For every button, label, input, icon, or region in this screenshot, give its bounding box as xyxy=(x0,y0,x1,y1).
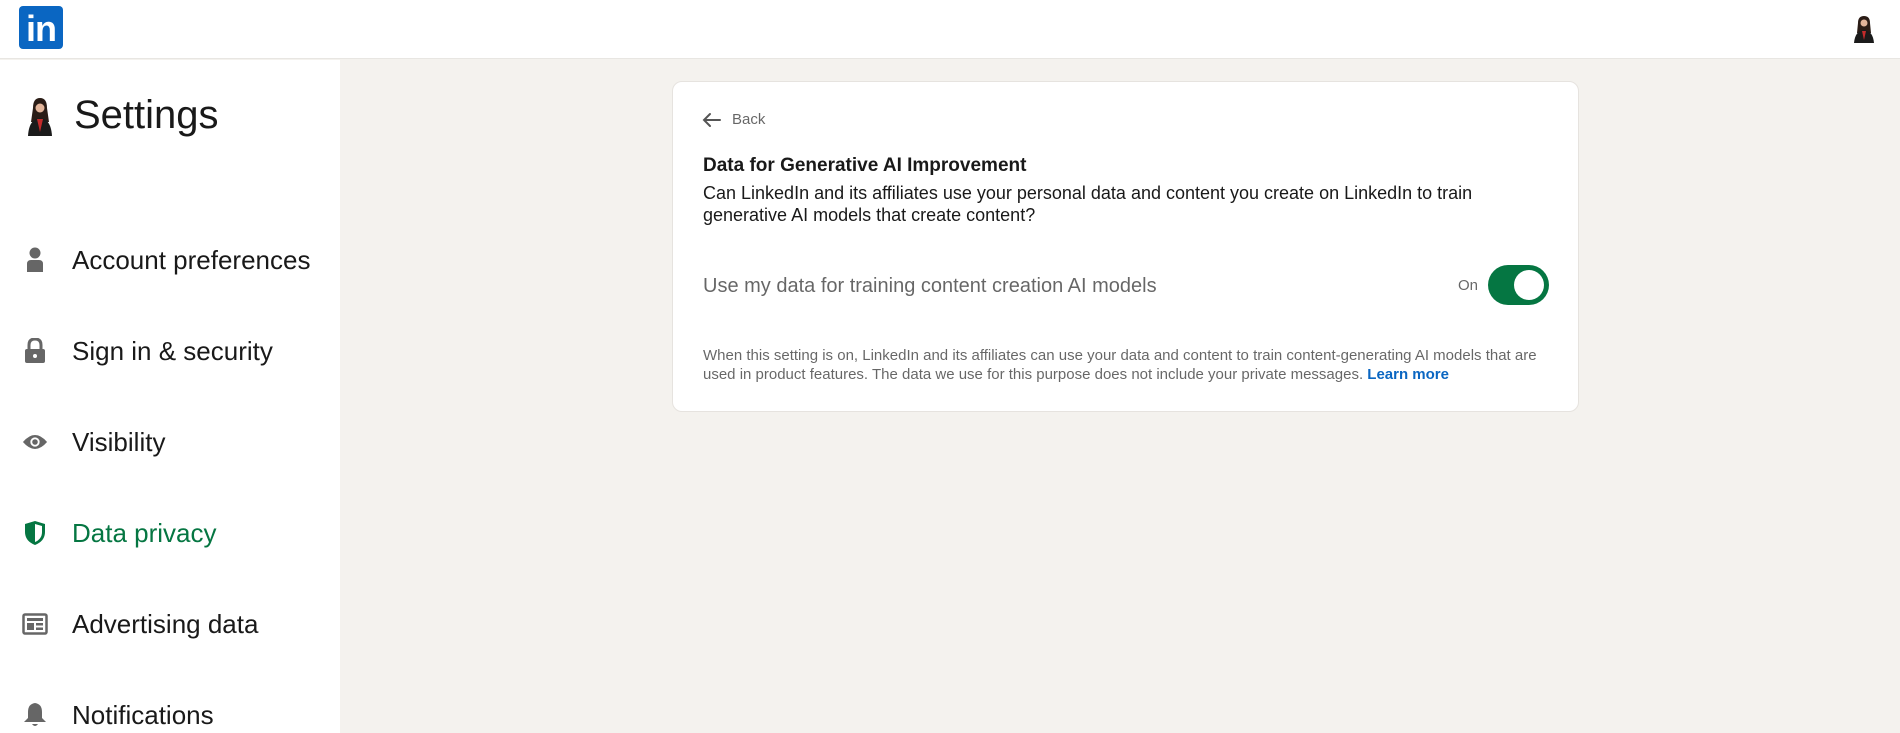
ai-training-toggle[interactable] xyxy=(1488,265,1549,305)
sidebar-item-account-preferences[interactable]: Account preferences xyxy=(22,238,332,282)
sidebar-item-label: Sign in & security xyxy=(72,335,273,366)
sidebar-item-visibility[interactable]: Visibility xyxy=(22,420,332,464)
page-title: Settings xyxy=(74,92,219,137)
toggle-state-text: On xyxy=(1458,277,1479,294)
back-link[interactable]: Back xyxy=(702,111,765,128)
newspaper-icon xyxy=(22,611,48,637)
sidebar-item-data-privacy[interactable]: Data privacy xyxy=(22,511,332,555)
learn-more-link[interactable]: Learn more xyxy=(1367,366,1449,383)
toggle-knob xyxy=(1514,270,1544,300)
setting-title: Data for Generative AI Improvement xyxy=(703,155,1027,176)
person-icon xyxy=(22,247,48,273)
sidebar-item-sign-in-security[interactable]: Sign in & security xyxy=(22,329,332,373)
arrow-left-icon xyxy=(702,112,721,127)
setting-description: When this setting is on, LinkedIn and it… xyxy=(703,346,1558,384)
linkedin-logo[interactable]: in xyxy=(19,6,63,49)
sidebar-item-label: Account preferences xyxy=(72,244,311,275)
lock-icon xyxy=(22,338,48,364)
bell-icon xyxy=(22,702,48,728)
top-nav-bar: in xyxy=(0,0,1900,59)
profile-avatar-icon xyxy=(28,98,52,136)
toggle-label: Use my data for training content creatio… xyxy=(703,275,1157,297)
sidebar-item-advertising-data[interactable]: Advertising data xyxy=(22,602,332,646)
eye-icon xyxy=(22,429,48,455)
settings-sidebar: Settings Account preferences Sign in & s… xyxy=(0,60,340,733)
sidebar-item-label: Visibility xyxy=(72,426,166,457)
profile-avatar-icon[interactable] xyxy=(1850,13,1878,43)
back-label: Back xyxy=(732,111,766,128)
shield-icon xyxy=(22,520,48,546)
sidebar-item-label: Advertising data xyxy=(72,608,259,639)
sidebar-item-label: Data privacy xyxy=(72,517,217,548)
setting-card: Back Data for Generative AI Improvement … xyxy=(672,81,1579,412)
setting-question: Can LinkedIn and its affiliates use your… xyxy=(703,183,1473,225)
sidebar-item-label: Notifications xyxy=(72,699,214,730)
settings-header: Settings xyxy=(24,90,219,140)
sidebar-item-notifications[interactable]: Notifications xyxy=(22,693,332,733)
